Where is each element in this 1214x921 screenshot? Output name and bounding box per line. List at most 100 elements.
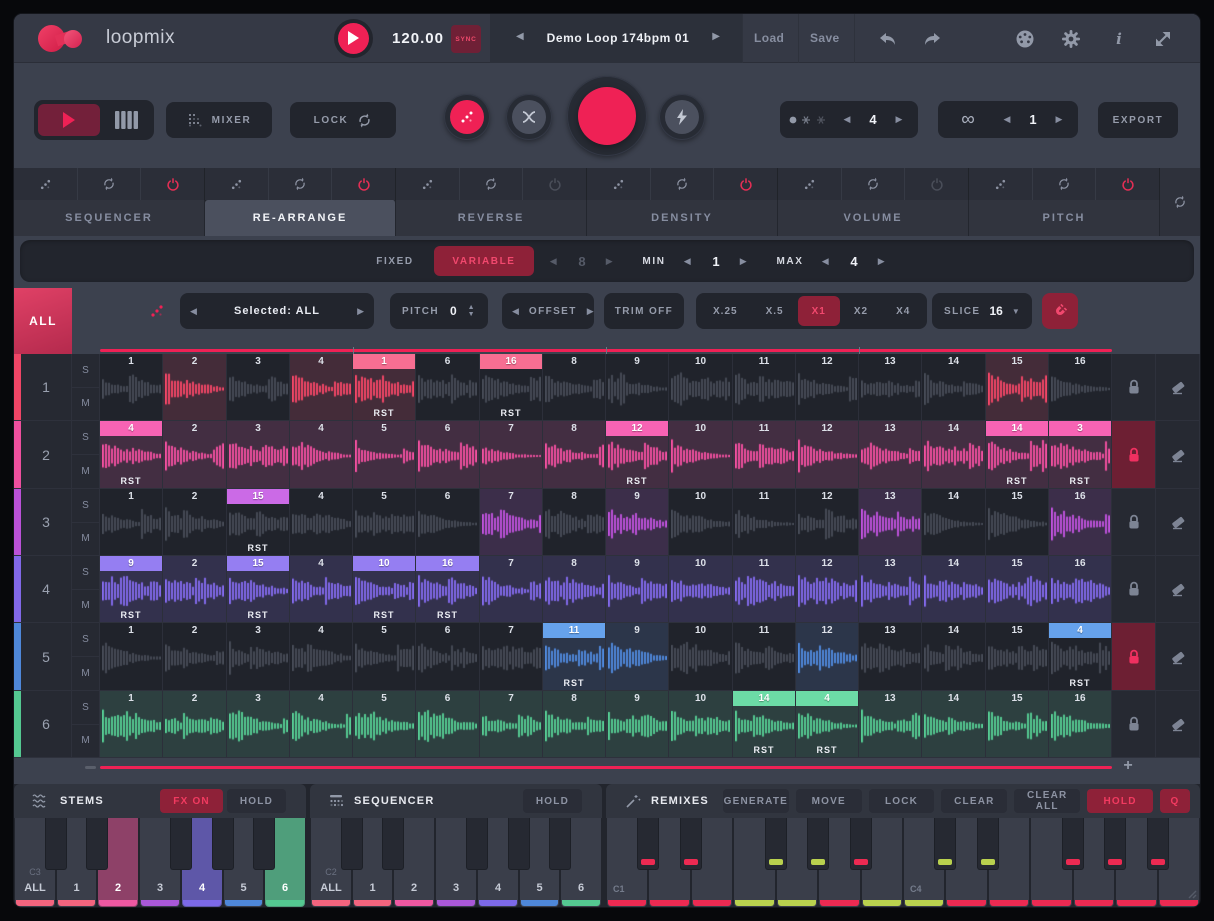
solo-button[interactable]: S [72, 421, 99, 455]
slice-cell[interactable]: 4 [290, 691, 353, 757]
slice-cell[interactable]: 6 [416, 421, 480, 488]
slice-cell[interactable]: 1 [100, 354, 163, 420]
row-lock-button[interactable] [1112, 489, 1156, 555]
slice-cell[interactable]: 14 [922, 421, 986, 488]
slice-cell[interactable]: 8 [543, 354, 606, 420]
export-button[interactable]: EXPORT [1098, 102, 1178, 138]
slice-cell[interactable]: 16 [1049, 691, 1112, 757]
slice-cell[interactable]: 8 [543, 421, 606, 488]
fixed-button[interactable]: FIXED [360, 240, 430, 282]
slice-cell[interactable]: 9 [606, 354, 669, 420]
keys-view-button[interactable] [114, 110, 142, 130]
slice-cell[interactable]: 15 [986, 623, 1049, 690]
slice-cell[interactable]: 15RST [227, 556, 290, 622]
slice-cell[interactable]: 5 [353, 691, 416, 757]
black-key[interactable] [86, 818, 108, 870]
row-number[interactable]: 6 [21, 691, 72, 757]
pitch-value[interactable]: 0 [449, 304, 458, 318]
row-number[interactable]: 2 [21, 421, 72, 488]
slice-cell[interactable]: 6 [416, 623, 480, 690]
tab-power-icon[interactable] [905, 168, 968, 200]
tab-cycle-icon[interactable] [842, 168, 906, 200]
black-key[interactable] [170, 818, 192, 870]
slice-cell[interactable]: 4 [290, 489, 353, 555]
remix-move-button[interactable]: MOVE [796, 789, 862, 813]
mixer-button[interactable]: MIXER [166, 102, 272, 138]
remix-q-button[interactable]: Q [1160, 789, 1190, 813]
row-lock-button[interactable] [1112, 623, 1156, 690]
slice-cell[interactable]: 14 [922, 354, 986, 420]
tab-sequencer[interactable]: SEQUENCER [14, 200, 205, 236]
add-row-button[interactable]: + [1118, 756, 1138, 776]
slice-cell[interactable]: 4 [290, 354, 353, 420]
row-number[interactable]: 5 [21, 623, 72, 690]
slice-cell[interactable]: 1RST [353, 354, 416, 420]
stems-fx-button[interactable]: FX ON [160, 789, 223, 813]
min-next-icon[interactable]: ▶ [734, 240, 754, 282]
remix-black-key[interactable] [1062, 818, 1084, 870]
settings-button[interactable] [1060, 28, 1082, 50]
tab-dice-icon[interactable] [778, 168, 842, 200]
random-dice-icon[interactable] [148, 302, 166, 325]
tab-volume[interactable]: VOLUME [778, 200, 969, 236]
remix-lock-button[interactable]: LOCK [869, 789, 935, 813]
speed-x4-button[interactable]: X4 [882, 296, 924, 326]
save-button[interactable]: Save [810, 31, 840, 45]
slice-cell[interactable]: 10RST [353, 556, 416, 622]
black-key[interactable] [341, 818, 363, 870]
bottom-loop-bar[interactable] [100, 766, 1112, 769]
steps-next-icon[interactable]: ▶ [600, 240, 620, 282]
slice-cell[interactable]: 16 [1049, 489, 1112, 555]
slice-cell[interactable]: 13 [859, 691, 922, 757]
slice-cell[interactable]: 2 [163, 623, 227, 690]
slice-cell[interactable]: 11RST [543, 623, 606, 690]
remix-generate-button[interactable]: GENERATE [723, 789, 789, 813]
slice-cell[interactable]: 14 [922, 691, 986, 757]
slice-cell[interactable]: 6 [416, 354, 480, 420]
slice-cell[interactable]: 4 [290, 421, 353, 488]
slice-cell[interactable]: 11 [733, 556, 796, 622]
sequencer-hold-button[interactable]: HOLD [523, 789, 582, 813]
slice-cell[interactable]: 4RST [100, 421, 163, 488]
mute-button[interactable]: M [72, 657, 99, 690]
trim-button[interactable]: TRIM OFF [604, 293, 684, 329]
tab-density[interactable]: DENSITY [587, 200, 778, 236]
selected-next-icon[interactable]: ▶ [347, 306, 374, 317]
tab-power-icon[interactable] [523, 168, 586, 200]
pattern-value[interactable]: 4 [856, 112, 890, 127]
loops-view-button[interactable] [38, 104, 100, 136]
tab-cycle-icon[interactable] [78, 168, 142, 200]
selected-row-value[interactable]: Selected: ALL [207, 305, 347, 317]
black-key[interactable] [466, 818, 488, 870]
loop-range-bar[interactable] [100, 349, 1112, 352]
slice-cell[interactable]: 14 [922, 623, 986, 690]
offset-next-icon[interactable]: ▶ [577, 306, 604, 317]
slice-cell[interactable]: 5 [353, 489, 416, 555]
tab-dice-icon[interactable] [969, 168, 1033, 200]
slice-cell[interactable]: 11 [733, 489, 796, 555]
slice-cell[interactable]: 13 [859, 489, 922, 555]
max-value[interactable]: 4 [840, 240, 868, 282]
pitch-spinner[interactable]: ▲▼ [468, 304, 476, 318]
slice-cell[interactable]: 14RST [986, 421, 1049, 488]
slice-cell[interactable]: 15 [986, 691, 1049, 757]
remix-black-key[interactable] [680, 818, 702, 870]
slice-cell[interactable]: 10 [669, 489, 733, 555]
select-all-rows-button[interactable]: ALL [14, 288, 72, 354]
loop-prev-icon[interactable]: ◀ [998, 114, 1016, 125]
slice-cell[interactable]: 12RST [606, 421, 669, 488]
midi-button[interactable] [1014, 28, 1036, 50]
tab-cycle-icon[interactable] [1033, 168, 1097, 200]
slice-cell[interactable]: 12 [796, 354, 859, 420]
min-prev-icon[interactable]: ◀ [678, 240, 698, 282]
slice-cell[interactable]: 15 [986, 489, 1049, 555]
slice-cell[interactable]: 7 [480, 623, 543, 690]
slice-cell[interactable]: 11 [733, 623, 796, 690]
slice-cell[interactable]: 8 [543, 556, 606, 622]
preset-next-icon[interactable]: ▶ [712, 31, 720, 42]
speed-x1-button[interactable]: X1 [798, 296, 840, 326]
bpm-display[interactable]: 120.00 [382, 30, 454, 47]
slice-cell[interactable]: 12 [796, 623, 859, 690]
solo-button[interactable]: S [72, 489, 99, 523]
slice-cell[interactable]: 8 [543, 691, 606, 757]
